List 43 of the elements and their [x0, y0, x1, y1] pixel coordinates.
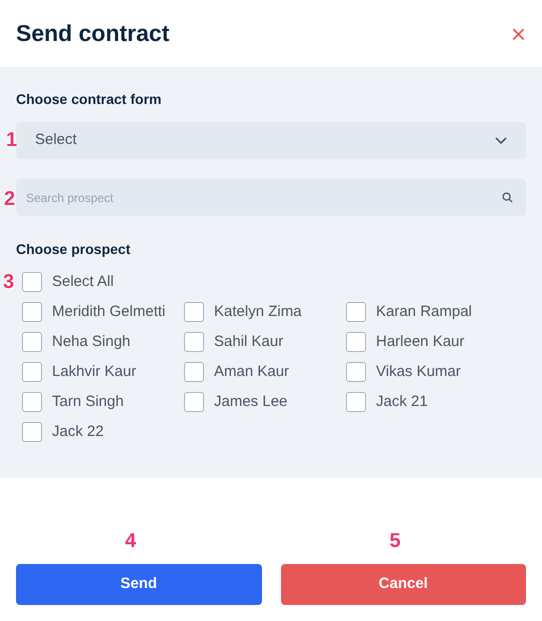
checkbox-label: Karan Rampal [376, 302, 472, 322]
checkbox-label: Meridith Gelmetti [52, 302, 166, 322]
checkbox-label: Katelyn Zima [214, 302, 302, 322]
checkbox-label: James Lee [214, 392, 288, 412]
checkbox[interactable] [346, 302, 366, 322]
checkbox-label: Jack 22 [52, 422, 104, 442]
checkbox[interactable] [22, 302, 42, 322]
contract-form-dropdown[interactable]: Select [16, 122, 526, 159]
checkbox[interactable] [184, 392, 204, 412]
annotation-number: 5 [390, 531, 401, 551]
checkbox-label: Jack 21 [376, 392, 428, 412]
checkbox-label: Neha Singh [52, 332, 130, 352]
checkbox-label: Select All [52, 272, 114, 292]
checkbox[interactable] [346, 332, 366, 352]
dialog-title: Send contract [16, 19, 170, 48]
annotation-number: 2 [4, 189, 16, 209]
checkbox-label: Tarn Singh [52, 392, 124, 412]
section-label: Choose prospect [16, 240, 132, 259]
checkbox[interactable] [22, 272, 42, 292]
checkbox[interactable] [184, 302, 204, 322]
annotation-number: 3 [3, 272, 14, 292]
checkbox-label: Vikas Kumar [376, 362, 461, 382]
checkbox[interactable] [184, 332, 204, 352]
checkbox[interactable] [22, 332, 42, 352]
checkbox[interactable] [346, 362, 366, 382]
checkbox[interactable] [22, 392, 42, 412]
checkbox-label: Aman Kaur [214, 362, 290, 382]
annotation-number: 1 [6, 130, 18, 150]
close-button[interactable]: × [510, 20, 526, 46]
chevron-down-icon [495, 136, 507, 144]
search-icon [502, 192, 513, 203]
checkbox-label: Lakhvir Kaur [52, 362, 136, 382]
send-button[interactable]: Send [16, 564, 262, 605]
checkbox[interactable] [22, 362, 42, 382]
cancel-button[interactable]: Cancel [280, 564, 526, 605]
search-field[interactable]: Search prospect [16, 179, 526, 216]
annotation-number: 4 [125, 531, 136, 551]
checkbox[interactable] [346, 392, 366, 412]
checkbox-label: Harleen Kaur [376, 332, 464, 352]
checkbox-label: Sahil Kaur [214, 332, 284, 352]
checkbox[interactable] [184, 362, 204, 382]
section-label: Choose contract form [16, 90, 162, 109]
checkbox[interactable] [22, 422, 42, 442]
